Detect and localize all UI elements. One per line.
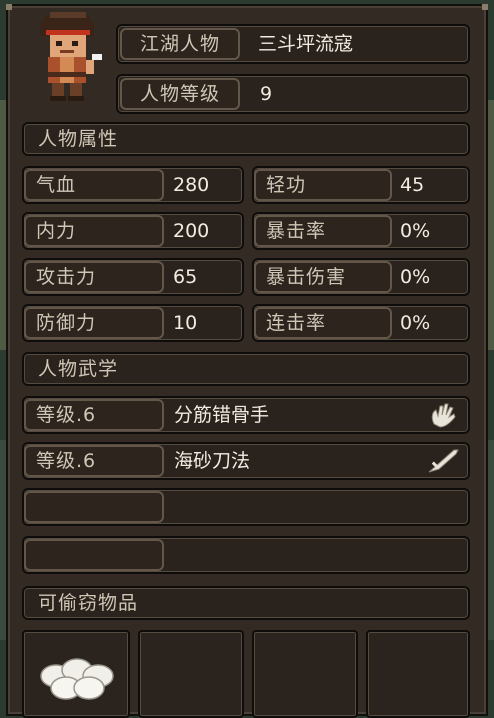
name-value: 三斗坪流寇	[258, 33, 354, 55]
level-value: 9	[260, 83, 273, 105]
attr-label-defense: 防御力	[24, 307, 164, 339]
skill-name: 海砂刀法	[174, 450, 251, 472]
skill-name: 分筋错骨手	[174, 404, 270, 426]
attr-value-agility: 45	[400, 174, 425, 196]
attr-label-agility: 轻功	[254, 169, 392, 201]
attr-label-mp: 内力	[24, 215, 164, 247]
level-label: 人物等级	[120, 78, 240, 110]
steal-section-title: 可偷窃物品	[38, 592, 139, 614]
attr-value-hp: 280	[173, 174, 210, 196]
attributes-section-title: 人物属性	[38, 128, 119, 150]
attr-label-crit-rate: 暴击率	[254, 215, 392, 247]
attr-value-crit-rate: 0%	[400, 220, 431, 242]
steal-item-slot[interactable]	[366, 630, 470, 718]
attr-value-defense: 10	[173, 312, 198, 334]
hand-icon	[431, 403, 456, 428]
skill-level: 等级.6	[24, 445, 164, 477]
panel-corner	[482, 4, 488, 10]
name-label: 江湖人物	[120, 28, 240, 60]
attr-label-attack: 攻击力	[24, 261, 164, 293]
skill-level	[24, 491, 164, 523]
panel-corner	[6, 4, 12, 10]
steal-item-slot[interactable]	[252, 630, 358, 718]
attr-value-attack: 65	[173, 266, 198, 288]
attr-value-crit-damage: 0%	[400, 266, 431, 288]
character-portrait	[40, 12, 102, 101]
attr-value-combo-rate: 0%	[400, 312, 431, 334]
attr-label-crit-damage: 暴击伤害	[254, 261, 392, 293]
attr-label-combo-rate: 连击率	[254, 307, 392, 339]
martial-section-title: 人物武学	[38, 358, 119, 380]
steamed-buns-icon	[40, 658, 114, 700]
skill-level: 等级.6	[24, 399, 164, 431]
attr-label-hp: 气血	[24, 169, 164, 201]
blade-icon	[428, 449, 459, 473]
steal-item-slot[interactable]	[22, 630, 130, 718]
attr-value-mp: 200	[173, 220, 210, 242]
skill-level	[24, 539, 164, 571]
steal-item-slot[interactable]	[138, 630, 244, 718]
